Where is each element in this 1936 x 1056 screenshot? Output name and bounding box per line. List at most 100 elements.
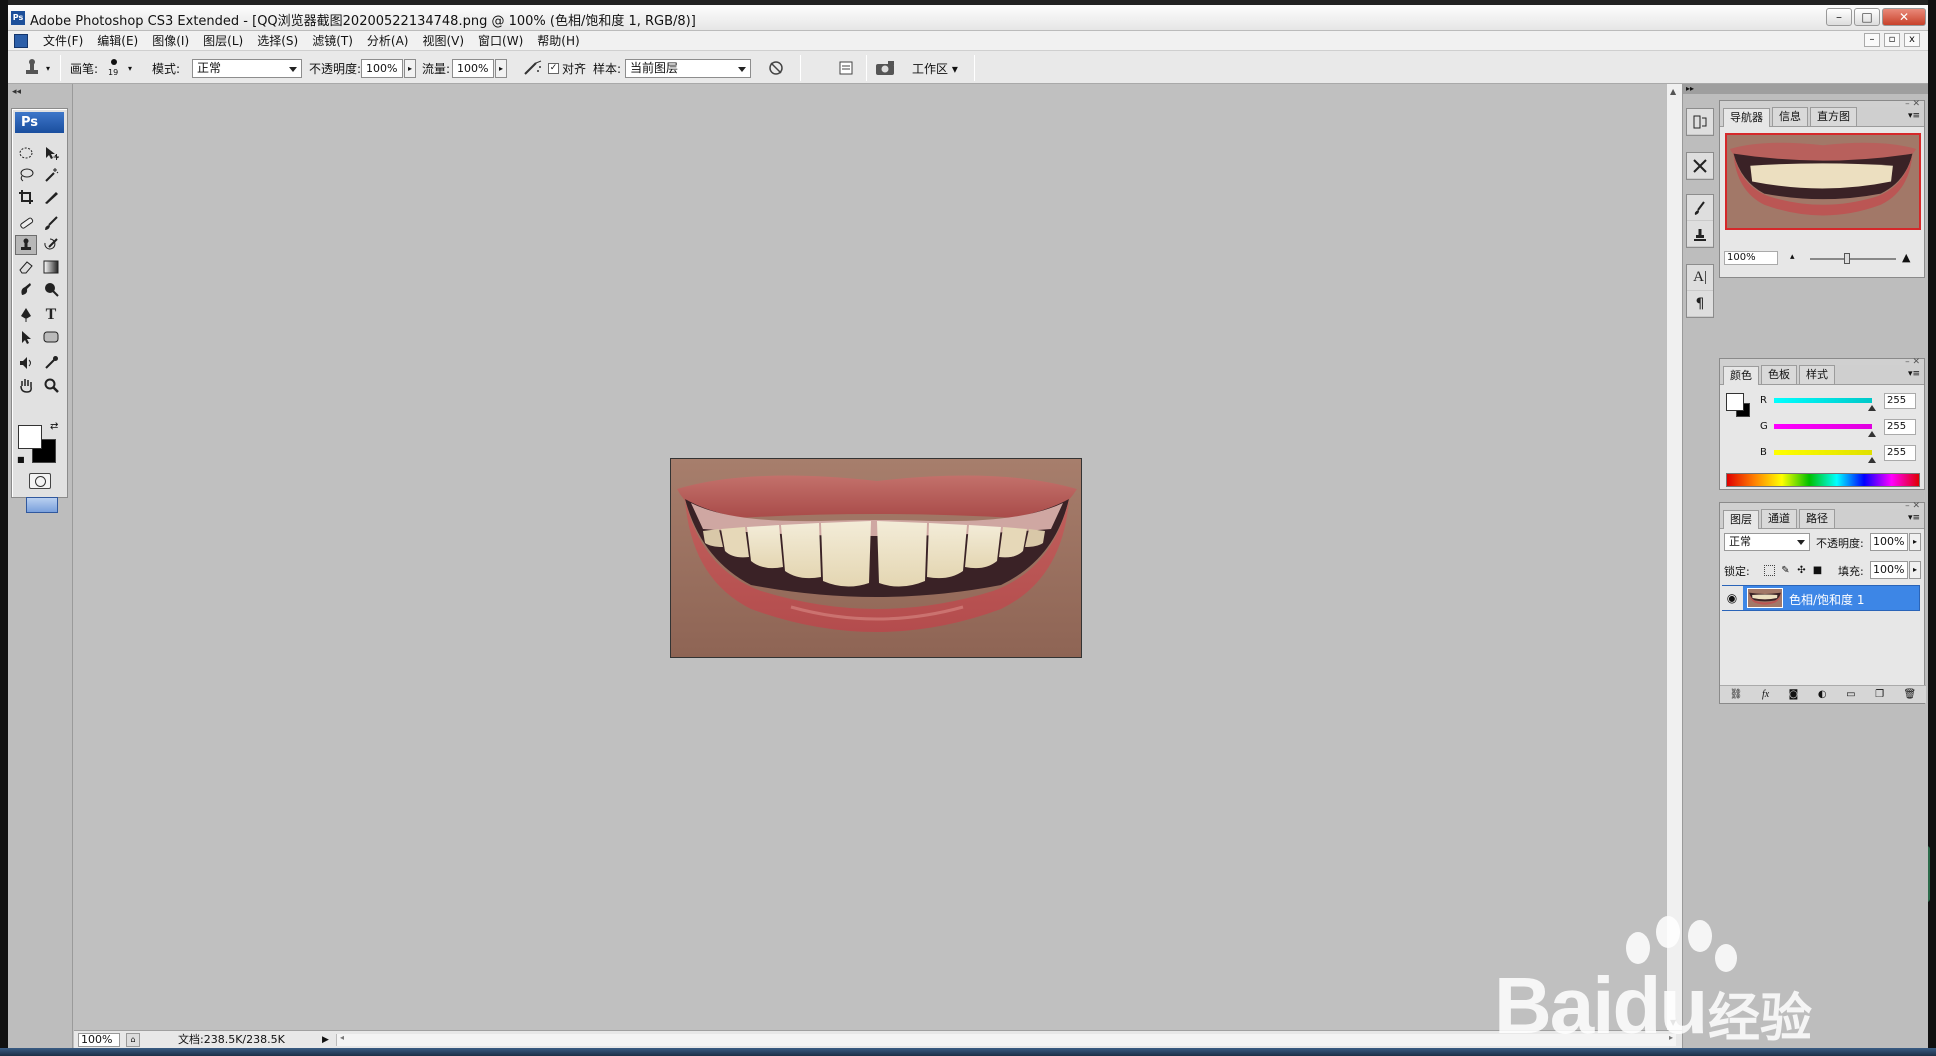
delete-layer-icon[interactable]: 🗑 [1904,689,1917,700]
menu-help[interactable]: 帮助(H) [530,33,586,49]
maximize-button[interactable]: □ [1854,8,1880,26]
color-foreground-swatch[interactable] [1726,393,1744,411]
slider-knob[interactable] [1844,253,1850,264]
channel-r-slider[interactable] [1774,398,1872,403]
doc-close-button[interactable]: x [1904,33,1920,47]
tool-preset-picker[interactable]: ▾ [20,58,50,78]
close-button[interactable]: ✕ [1882,8,1926,26]
fill-input[interactable]: 100% [1870,561,1908,579]
lock-position-icon[interactable]: ✣ [1796,565,1807,576]
layer-opacity-input[interactable]: 100% [1870,533,1908,551]
tab-paths[interactable]: 路径 [1799,509,1835,528]
chevron-down-icon[interactable]: ▾ [128,64,132,73]
brush-tool[interactable] [40,213,62,233]
brush-picker[interactable]: 19 [104,58,128,78]
new-layer-icon[interactable]: ❐ [1875,689,1884,700]
clone-source-button[interactable] [1687,221,1713,247]
tab-histogram[interactable]: 直方图 [1810,107,1857,126]
tab-navigator[interactable]: 导航器 [1723,108,1770,127]
rectangle-tool[interactable] [40,327,62,347]
notes-tool[interactable] [15,353,37,373]
channel-b-value[interactable]: 255 [1884,445,1916,461]
tab-styles[interactable]: 样式 [1799,365,1835,384]
navigator-zoom-slider[interactable] [1810,253,1896,264]
opacity-input[interactable]: 100% [361,58,404,78]
slice-tool[interactable] [40,187,62,207]
ignore-adjustment-layers-button[interactable] [768,58,784,78]
document-canvas-area[interactable] [74,84,1666,1030]
move-tool[interactable] [40,143,62,163]
channel-g-slider[interactable] [1774,424,1872,429]
layer-row[interactable]: ◉ 色相/饱和度 1 [1721,585,1920,611]
navigator-zoom-field[interactable]: 100% [1724,251,1778,265]
document-icon[interactable] [14,34,28,48]
menu-filter[interactable]: 滤镜(T) [305,33,360,49]
screen-mode-button[interactable] [26,497,58,513]
history-panel-button[interactable] [1687,109,1713,135]
channel-r-value[interactable]: 255 [1884,393,1916,409]
lock-transparency-icon[interactable] [1764,565,1775,576]
tab-layers[interactable]: 图层 [1723,510,1759,529]
flow-input[interactable]: 100% [452,58,495,78]
panel-menu-icon[interactable]: ▾≡ [1908,513,1920,523]
opacity-slider-button[interactable]: ▸ [404,58,417,78]
scroll-up-icon[interactable]: ▲ [1670,87,1676,96]
dodge-tool[interactable] [40,279,62,299]
crop-tool[interactable] [15,187,37,207]
new-group-icon[interactable]: ▭ [1846,689,1855,700]
tab-swatches[interactable]: 色板 [1761,365,1797,384]
scroll-left-icon[interactable]: ◂ [340,1033,344,1042]
clone-stamp-tool[interactable] [15,235,37,255]
adjustment-layer-icon[interactable]: ◐ [1818,689,1827,700]
layer-name[interactable]: 色相/饱和度 1 [1789,591,1865,608]
hand-tool[interactable] [15,375,37,395]
doc-restore-button[interactable]: ▫ [1884,33,1900,47]
link-layers-icon[interactable]: ⛓ [1730,689,1743,700]
channel-g-value[interactable]: 255 [1884,419,1916,435]
align-checkbox[interactable]: ✓ [548,62,559,74]
tab-channels[interactable]: 通道 [1761,509,1797,528]
doc-minimize-button[interactable]: – [1864,33,1880,47]
panel-menu-icon[interactable]: ▾≡ [1908,369,1920,379]
swap-colors-icon[interactable]: ⇄ [50,421,58,432]
menu-analysis[interactable]: 分析(A) [360,33,416,49]
path-selection-tool[interactable] [15,327,37,347]
fill-slider-button[interactable]: ▸ [1909,561,1921,579]
vertical-scrollbar[interactable]: ▲ ▼ [1666,84,1682,1030]
mode-select[interactable]: 正常 [192,58,303,78]
navigator-thumbnail[interactable] [1725,133,1921,230]
eyedropper-tool[interactable] [40,353,62,373]
channel-b-slider[interactable] [1774,450,1872,455]
gradient-tool[interactable] [40,257,62,277]
eraser-tool[interactable] [15,257,37,277]
horizontal-scrollbar[interactable]: ◂ ▸ [336,1033,1676,1046]
menu-window[interactable]: 窗口(W) [471,33,530,49]
lasso-tool[interactable] [15,165,37,185]
slider-triangle-icon[interactable] [1868,427,1876,437]
lock-pixels-icon[interactable]: ✎ [1780,565,1791,576]
sample-select[interactable]: 当前图层 [625,58,752,78]
zoom-in-icon[interactable]: ▲ [1902,251,1910,264]
zoom-out-icon[interactable]: ▴ [1790,252,1795,262]
blur-tool[interactable] [15,279,37,299]
menu-image[interactable]: 图像(I) [145,33,196,49]
layer-mask-icon[interactable]: ◙ [1789,689,1799,700]
menu-file[interactable]: 文件(F) [36,33,90,49]
slider-triangle-icon[interactable] [1868,453,1876,463]
layer-style-icon[interactable]: fx [1762,689,1769,700]
palette-well-button[interactable] [838,58,854,78]
airbrush-button[interactable] [522,58,544,78]
zoom-field[interactable]: 100% [78,1033,120,1047]
blend-mode-select[interactable]: 正常 [1724,533,1810,551]
status-arrow-icon[interactable]: ▶ [322,1033,329,1047]
tab-info[interactable]: 信息 [1772,107,1808,126]
magic-wand-tool[interactable] [40,165,62,185]
menu-view[interactable]: 视图(V) [415,33,471,49]
healing-brush-tool[interactable] [15,213,37,233]
flow-slider-button[interactable]: ▸ [495,58,508,78]
color-spectrum-bar[interactable] [1726,473,1920,487]
minimize-button[interactable]: – [1826,8,1852,26]
lock-all-icon[interactable]: ■ [1812,565,1823,576]
history-brush-tool[interactable] [40,235,62,255]
document-image[interactable] [670,458,1082,658]
